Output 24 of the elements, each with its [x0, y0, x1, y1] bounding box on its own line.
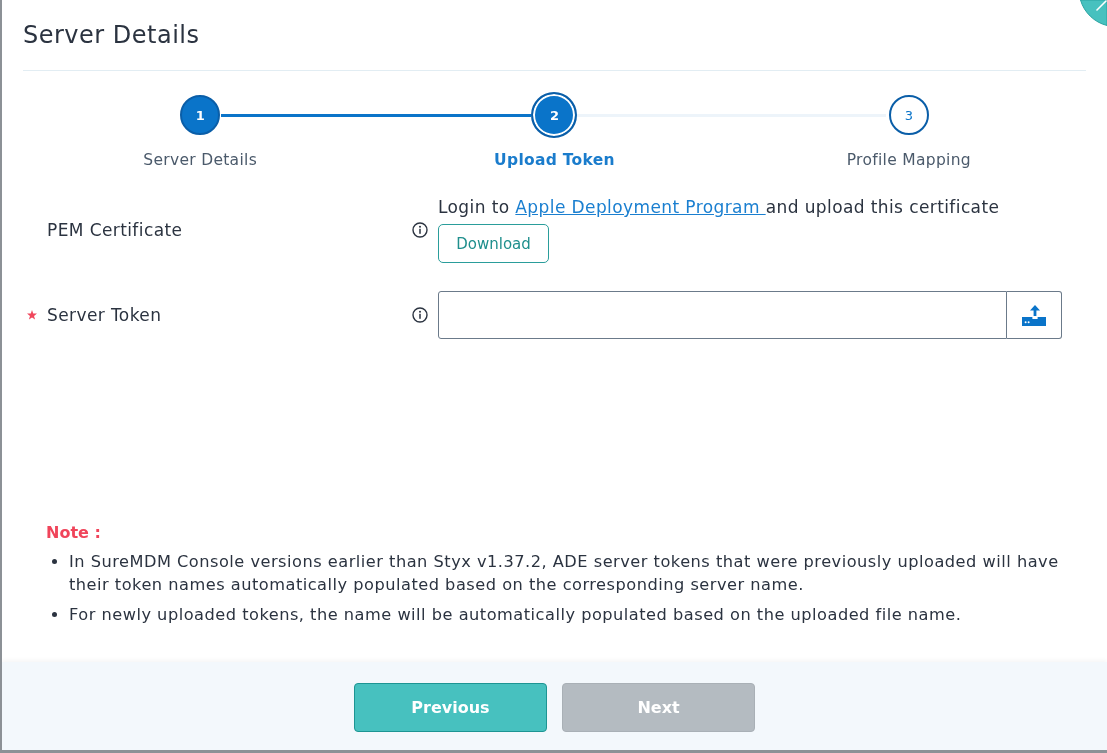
instruction-text: Login to Apple Deployment Program and upload this certificate — [438, 197, 1000, 217]
upload-icon — [1022, 304, 1046, 326]
step-number: 1 — [180, 95, 221, 135]
step-label: Server Details — [143, 150, 257, 170]
deployment-program-link[interactable]: Apple Deployment Program — [515, 197, 766, 217]
close-icon[interactable] — [1080, 0, 1107, 26]
footer-button[interactable]: Previous — [354, 683, 547, 732]
dialog-title: Server Details — [23, 20, 201, 50]
info-icon[interactable] — [412, 307, 428, 323]
note-text: In SureMDM Console versions earlier than Styx v1.37.2, ADE server tokens that were previously uploaded will have their token names automatically populated based on the corresponding server name. — [69, 551, 1060, 596]
note-heading: Note : — [46, 523, 102, 543]
field-label: PEM Certificate — [47, 219, 184, 241]
step-number: 2 — [531, 92, 578, 138]
bullet-icon — [52, 612, 57, 617]
download-button[interactable]: Download — [438, 224, 549, 263]
note-text: For newly uploaded tokens, the name will be automatically populated based on the uploaded file name. — [69, 604, 962, 626]
step-label: Upload Token — [494, 150, 615, 170]
info-icon[interactable] — [412, 222, 428, 238]
step-label: Profile Mapping — [846, 150, 971, 170]
token-input-field[interactable] — [438, 291, 1007, 339]
upload-button[interactable] — [1007, 291, 1062, 339]
bullet-icon — [52, 559, 57, 564]
step-number: 3 — [888, 95, 929, 135]
field-label: Server Token — [47, 304, 163, 326]
